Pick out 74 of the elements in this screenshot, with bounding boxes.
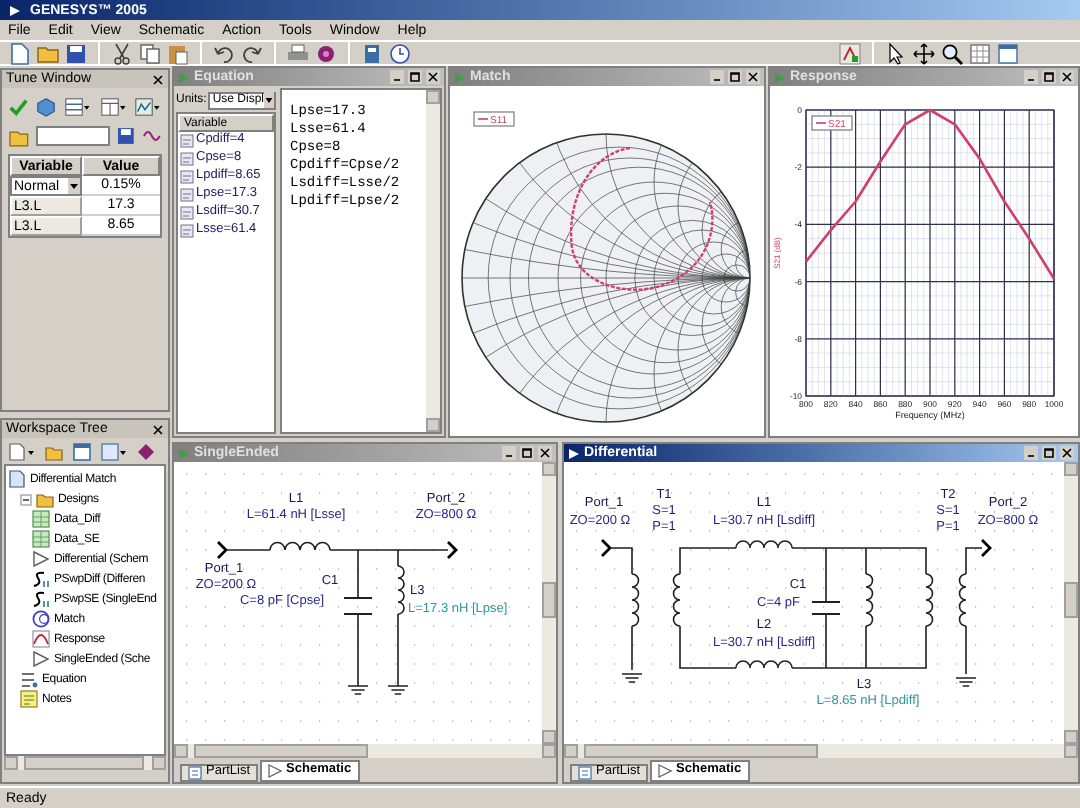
sweep-icon	[32, 590, 50, 608]
copy-icon[interactable]	[138, 41, 162, 65]
close-icon[interactable]	[152, 423, 164, 435]
triangle-icon	[32, 650, 50, 668]
maximize-icon[interactable]	[728, 70, 742, 84]
maximize-icon[interactable]	[520, 446, 534, 460]
variable-icon	[180, 188, 194, 202]
horizontal-scrollbar[interactable]	[174, 744, 556, 758]
variable-icon	[180, 134, 194, 148]
zoom-icon[interactable]	[940, 41, 964, 65]
legend	[473, 111, 515, 127]
circle-icon	[32, 610, 50, 628]
close-icon[interactable]	[1060, 446, 1074, 460]
sweep-icon	[32, 570, 50, 588]
document-icon	[8, 470, 26, 488]
horizontal-scrollbar[interactable]	[4, 756, 166, 770]
window-icon[interactable]	[996, 41, 1020, 65]
close-icon[interactable]	[538, 446, 552, 460]
maximize-icon[interactable]	[1042, 70, 1056, 84]
document-icon[interactable]	[8, 441, 36, 461]
minimize-icon[interactable]	[502, 446, 516, 460]
maximize-icon[interactable]	[408, 70, 422, 84]
graph-icon	[32, 630, 50, 648]
triangle-icon	[268, 764, 283, 778]
list-icon	[188, 766, 202, 780]
list-icon	[578, 766, 592, 780]
close-icon[interactable]	[426, 70, 440, 84]
horizontal-scrollbar[interactable]	[564, 744, 1078, 758]
wave-icon[interactable]	[142, 126, 162, 146]
variable-icon	[180, 152, 194, 166]
redo-icon[interactable]	[240, 41, 264, 65]
undo-icon[interactable]	[212, 41, 236, 65]
close-icon[interactable]	[1060, 70, 1074, 84]
paste-icon[interactable]	[166, 41, 190, 65]
save-icon[interactable]	[64, 41, 88, 65]
dropdown-arrow-icon	[68, 178, 80, 194]
play-icon	[8, 3, 22, 17]
equation-icon	[20, 670, 38, 688]
triangle-icon	[32, 550, 50, 568]
vertical-scrollbar[interactable]	[426, 90, 440, 432]
variable-icon	[180, 170, 194, 184]
vertical-scrollbar[interactable]	[1064, 462, 1078, 744]
check-icon[interactable]	[8, 95, 29, 117]
minimize-icon[interactable]	[1024, 446, 1038, 460]
scissors-icon[interactable]	[110, 41, 134, 65]
maximize-icon[interactable]	[1042, 446, 1056, 460]
table-icon[interactable]	[100, 441, 128, 461]
window-icon[interactable]	[72, 441, 92, 461]
table-icon[interactable]	[99, 95, 127, 117]
graph-icon[interactable]	[134, 95, 162, 117]
dropdown-arrow-icon	[264, 92, 275, 108]
close-icon[interactable]	[152, 73, 164, 85]
text-field[interactable]	[35, 126, 111, 146]
variable-icon	[180, 224, 194, 238]
minimize-icon[interactable]	[1024, 70, 1038, 84]
collapse-toggle-icon[interactable]	[20, 493, 32, 505]
minimize-icon[interactable]	[390, 70, 404, 84]
minimize-icon[interactable]	[710, 70, 724, 84]
grid-icon	[32, 510, 50, 528]
vertical-scrollbar[interactable]	[542, 462, 556, 744]
printer-icon[interactable]	[286, 41, 310, 65]
folder-icon[interactable]	[8, 125, 30, 147]
save-icon[interactable]	[116, 126, 137, 146]
move-icon[interactable]	[912, 41, 936, 65]
tune-icon[interactable]	[838, 41, 862, 65]
triangle-icon	[658, 764, 673, 778]
grid-icon[interactable]	[64, 95, 92, 117]
grid-icon	[32, 530, 50, 548]
close-icon[interactable]	[746, 70, 760, 84]
pointer-icon[interactable]	[884, 41, 908, 65]
note-icon	[20, 690, 38, 708]
clock-icon[interactable]	[388, 41, 412, 65]
variable-icon	[180, 206, 194, 220]
folder-icon	[36, 490, 54, 508]
